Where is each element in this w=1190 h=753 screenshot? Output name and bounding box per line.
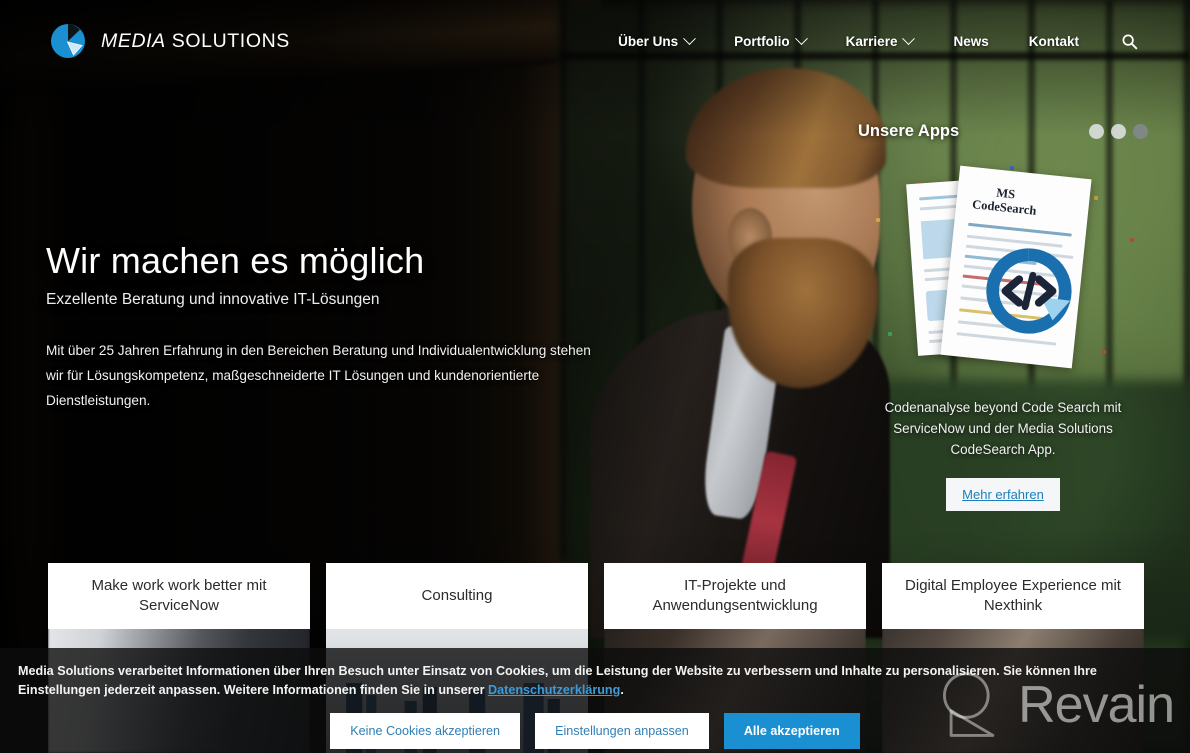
apps-description: Codenanalyse beyond Code Search mit Serv… (884, 400, 1122, 457)
slider-dot-3[interactable] (1133, 124, 1148, 139)
logo-word-media: MEDIA (101, 29, 166, 52)
search-button[interactable] (1113, 23, 1146, 60)
sparkle-icon (888, 332, 892, 336)
slider-dots (1089, 124, 1148, 139)
chevron-down-icon (902, 31, 916, 45)
cookie-consent-banner: Media Solutions verarbeitet Informatione… (0, 648, 1190, 753)
cookie-buttons: Keine Cookies akzeptieren Einstellungen … (18, 713, 1172, 749)
search-icon (1122, 34, 1138, 49)
privacy-policy-link[interactable]: Datenschutzerklärung (488, 683, 620, 697)
chevron-down-icon (683, 31, 697, 45)
reject-cookies-button[interactable]: Keine Cookies akzeptieren (330, 713, 521, 749)
nav-label: Kontakt (1028, 33, 1079, 49)
cookie-banner-text: Media Solutions verarbeitet Informatione… (18, 662, 1172, 700)
card-title: Make work work better mit ServiceNow (48, 563, 310, 629)
hero-body-text: Mit über 25 Jahren Erfahrung in den Bere… (46, 343, 591, 408)
apps-title: Unsere Apps (858, 122, 960, 140)
cookie-text-part2: . (620, 683, 624, 697)
nav-label: Portfolio (734, 33, 790, 49)
app-name-label: MS CodeSearch (972, 183, 1039, 218)
sparkle-icon (1130, 238, 1134, 242)
hero-subtitle: Exzellente Beratung und innovative IT-Lö… (46, 291, 380, 308)
pie-chart-logo-icon (50, 23, 85, 58)
sparkle-icon (1010, 166, 1014, 170)
nav-item-kontakt[interactable]: Kontakt (1009, 24, 1099, 59)
nav-label: Karriere (845, 33, 898, 49)
page-root: MEDIA SOLUTIONS Über Uns Portfolio Karri… (0, 0, 1190, 753)
nav-item-news[interactable]: News (933, 24, 1008, 59)
hero-text-block: Wir machen es möglich Exzellente Beratun… (46, 238, 606, 413)
sparkle-icon (1094, 196, 1098, 200)
hero-title: Wir machen es möglich (46, 240, 425, 281)
app-name-line2: CodeSearch (971, 197, 1038, 218)
site-header: MEDIA SOLUTIONS Über Uns Portfolio Karri… (0, 0, 1190, 82)
card-title: Digital Employee Experience mit Nexthink (882, 563, 1144, 629)
nav-label: Über Uns (618, 33, 679, 49)
nav-item-portfolio[interactable]: Portfolio (714, 24, 826, 59)
slider-dot-2[interactable] (1111, 124, 1126, 139)
logo-word-solutions: SOLUTIONS (165, 29, 290, 52)
sparkle-icon (1102, 350, 1106, 354)
nav-label: News (953, 33, 989, 49)
card-title: Consulting (326, 563, 588, 629)
chevron-down-icon (794, 31, 808, 45)
logo-wordmark: MEDIA SOLUTIONS (101, 30, 290, 53)
nav-item-karriere[interactable]: Karriere (826, 24, 934, 59)
apps-header: Unsere Apps (858, 122, 1148, 141)
apps-slider-panel: Unsere Apps MS CodeSearch Codenanalyse b… (858, 122, 1148, 511)
accept-all-cookies-button[interactable]: Alle akzeptieren (723, 713, 860, 749)
app-illustration: MS CodeSearch (858, 165, 1148, 379)
slider-dot-1[interactable] (1089, 124, 1104, 139)
code-search-badge-icon (986, 248, 1072, 334)
main-navigation: Über Uns Portfolio Karriere News Kontakt (598, 23, 1146, 60)
card-title: IT-Projekte und Anwendungsentwicklung (604, 563, 866, 629)
site-logo[interactable]: MEDIA SOLUTIONS (48, 21, 290, 61)
customize-cookies-button[interactable]: Einstellungen anpassen (535, 713, 709, 749)
apps-learn-more-button[interactable]: Mehr erfahren (946, 478, 1060, 511)
nav-item-uber-uns[interactable]: Über Uns (598, 24, 714, 59)
sparkle-icon (876, 218, 880, 222)
